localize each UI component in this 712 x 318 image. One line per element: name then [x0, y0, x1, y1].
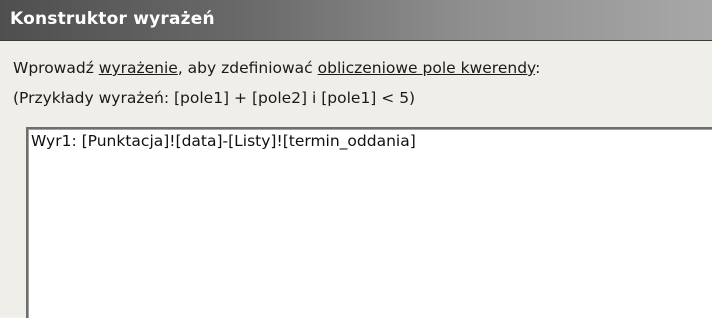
expression-text[interactable]: Wyr1: [Punktacja]![data]-[Listy]![termin… [31, 132, 416, 150]
expression-builder-window: Konstruktor wyrażeń Wprowadź wyrażenie, … [0, 0, 712, 318]
instructions: Wprowadź wyrażenie, aby zdefiniować obli… [13, 53, 540, 113]
window-title: Konstruktor wyrażeń [10, 9, 215, 29]
calculated-field-help-link[interactable]: obliczeniowe pole kwerendy [318, 59, 535, 77]
title-bar: Konstruktor wyrażeń [0, 0, 712, 41]
expression-help-link[interactable]: wyrażenie [99, 59, 178, 77]
instruction-text: : [535, 59, 541, 77]
expression-input[interactable]: Wyr1: [Punktacja]![data]-[Listy]![termin… [26, 127, 712, 318]
instruction-line-1: Wprowadź wyrażenie, aby zdefiniować obli… [13, 53, 540, 83]
instruction-line-2: (Przykłady wyrażeń: [pole1] + [pole2] i … [13, 89, 416, 107]
instruction-text: , aby zdefiniować [177, 59, 318, 77]
instruction-text: Wprowadź [13, 59, 99, 77]
